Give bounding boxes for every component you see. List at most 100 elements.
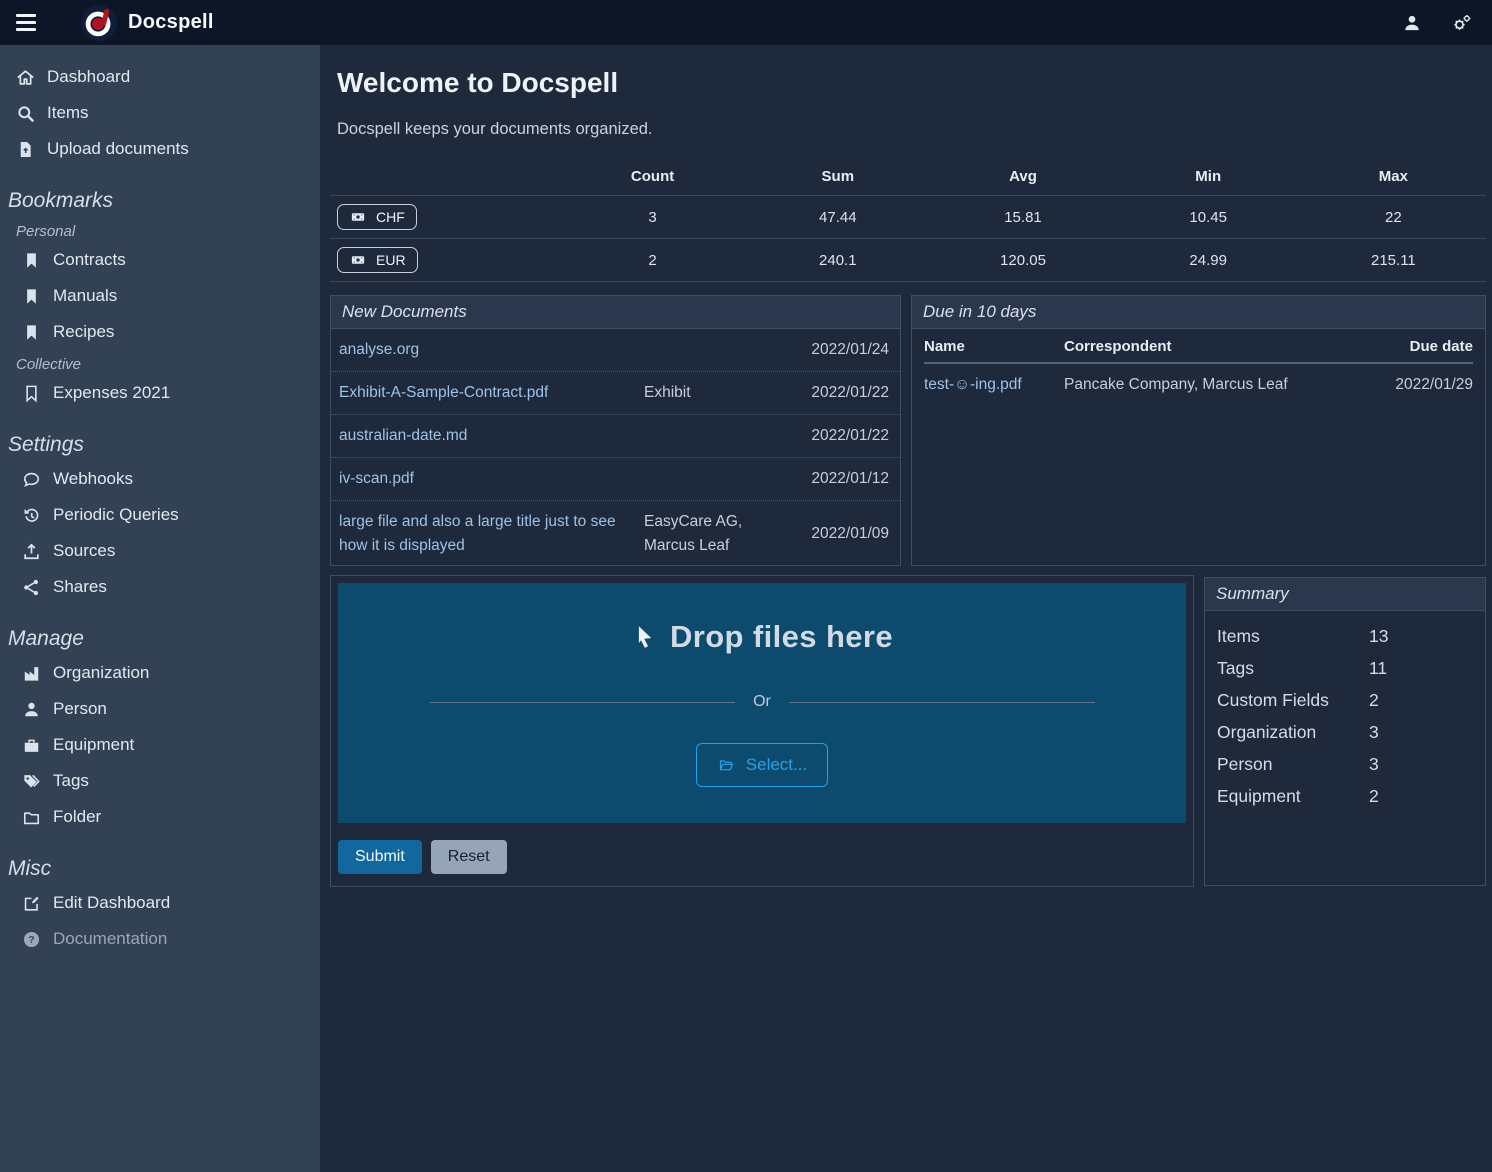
gears-icon[interactable] <box>1452 13 1472 33</box>
menu-icon[interactable] <box>14 12 38 33</box>
industry-icon <box>22 664 41 683</box>
stat-value: 2 <box>560 244 745 277</box>
select-files-label: Select... <box>746 755 807 775</box>
main-content: Welcome to Docspell Docspell keeps your … <box>320 45 1492 1172</box>
comment-icon <box>22 470 41 489</box>
sidebar-section-settings: Settings <box>0 429 320 461</box>
document-link[interactable]: analyse.org <box>339 338 644 362</box>
list-item: iv-scan.pdf 2022/01/12 <box>331 458 900 501</box>
sidebar-item-label: Items <box>47 103 89 123</box>
due-header-row: Name Correspondent Due date <box>924 329 1473 364</box>
document-correspondent: EasyCare AG, Marcus Leaf <box>644 510 796 558</box>
sidebar-item-label: Manuals <box>53 286 117 306</box>
currency-label: CHF <box>376 209 405 225</box>
user-icon[interactable] <box>1402 13 1422 33</box>
person-icon <box>22 700 41 719</box>
document-link[interactable]: test-☺-ing.pdf <box>924 376 1064 394</box>
table-row: EUR 2 240.1 120.05 24.99 215.11 <box>330 238 1486 281</box>
page-title: Welcome to Docspell <box>337 67 1486 99</box>
sidebar-item-manuals[interactable]: Manuals <box>0 278 320 314</box>
currency-badge-chf[interactable]: CHF <box>337 204 417 230</box>
sidebar-item-upload-documents[interactable]: Upload documents <box>0 131 320 167</box>
sidebar-item-periodic-queries[interactable]: Periodic Queries <box>0 497 320 533</box>
app-logo[interactable]: Docspell <box>80 4 214 42</box>
sidebar-section-manage: Manage <box>0 623 320 655</box>
list-item: Exhibit-A-Sample-Contract.pdf Exhibit 20… <box>331 372 900 415</box>
briefcase-icon <box>22 736 41 755</box>
sidebar-item-label: Upload documents <box>47 139 189 159</box>
sidebar-item-label: Tags <box>53 771 89 791</box>
bookmark-icon <box>22 287 41 306</box>
sidebar-item-contracts[interactable]: Contracts <box>0 242 320 278</box>
sidebar-section-misc: Misc <box>0 853 320 885</box>
document-correspondent: Pancake Company, Marcus Leaf <box>1064 376 1363 394</box>
summary-label: Items <box>1217 626 1369 647</box>
page-subtitle: Docspell keeps your documents organized. <box>337 120 1486 139</box>
sidebar-item-documentation[interactable]: ? Documentation <box>0 921 320 957</box>
sidebar-item-webhooks[interactable]: Webhooks <box>0 461 320 497</box>
sidebar-item-tags[interactable]: Tags <box>0 763 320 799</box>
table-row: test-☺-ing.pdf Pancake Company, Marcus L… <box>924 364 1473 394</box>
sidebar-item-label: Edit Dashboard <box>53 893 170 913</box>
topbar: Docspell <box>0 0 1492 45</box>
document-date: 2022/01/24 <box>796 341 892 359</box>
summary-value: 2 <box>1369 690 1379 711</box>
upload-icon <box>22 542 41 561</box>
sidebar-item-label: Folder <box>53 807 101 827</box>
sidebar-item-equipment[interactable]: Equipment <box>0 727 320 763</box>
summary-label: Equipment <box>1217 786 1369 807</box>
stats-col-min: Min <box>1116 162 1301 195</box>
document-link[interactable]: Exhibit-A-Sample-Contract.pdf <box>339 381 644 405</box>
stat-value: 3 <box>560 201 745 234</box>
share-icon <box>22 578 41 597</box>
sidebar-item-organization[interactable]: Organization <box>0 655 320 691</box>
home-icon <box>16 68 35 87</box>
summary-value: 13 <box>1369 626 1388 647</box>
sidebar-item-label: Dasbhoard <box>47 67 130 87</box>
question-circle-icon: ? <box>22 930 41 949</box>
list-item: large file and also a large title just t… <box>331 501 900 567</box>
stats-col-count: Count <box>560 162 745 195</box>
select-files-button[interactable]: Select... <box>696 743 828 787</box>
summary-panel: Summary Items 13 Tags 11 Custom Fields 2 <box>1204 577 1486 886</box>
summary-value: 11 <box>1369 658 1387 679</box>
history-icon <box>22 506 41 525</box>
sidebar-item-items[interactable]: Items <box>0 95 320 131</box>
upload-panel: Drop files here Or Select... Submit Rese… <box>330 575 1194 887</box>
or-label: Or <box>753 693 771 711</box>
file-dropzone[interactable]: Drop files here Or Select... <box>338 583 1186 823</box>
stat-value: 15.81 <box>930 201 1115 234</box>
stat-value: 240.1 <box>745 244 930 277</box>
summary-row-items: Items 13 <box>1217 620 1473 652</box>
document-link[interactable]: iv-scan.pdf <box>339 467 644 491</box>
sidebar-item-sources[interactable]: Sources <box>0 533 320 569</box>
sidebar-item-label: Expenses 2021 <box>53 383 170 403</box>
sidebar-item-shares[interactable]: Shares <box>0 569 320 605</box>
currency-badge-eur[interactable]: EUR <box>337 247 418 273</box>
sidebar-item-recipes[interactable]: Recipes <box>0 314 320 350</box>
sidebar-item-edit-dashboard[interactable]: Edit Dashboard <box>0 885 320 921</box>
submit-button[interactable]: Submit <box>338 840 422 874</box>
stat-value: 10.45 <box>1116 201 1301 234</box>
document-link[interactable]: australian-date.md <box>339 424 644 448</box>
sidebar-item-label: Contracts <box>53 250 126 270</box>
document-link[interactable]: large file and also a large title just t… <box>339 510 644 558</box>
sidebar-item-folder[interactable]: Folder <box>0 799 320 835</box>
sidebar-section-bookmarks: Bookmarks <box>0 185 320 217</box>
money-bill-icon <box>349 210 367 224</box>
dropzone-label: Drop files here <box>670 619 893 655</box>
stat-value: 24.99 <box>1116 244 1301 277</box>
stats-col-avg: Avg <box>930 162 1115 195</box>
sidebar-item-expenses-2021[interactable]: Expenses 2021 <box>0 375 320 411</box>
summary-label: Tags <box>1217 658 1369 679</box>
reset-button[interactable]: Reset <box>431 840 507 874</box>
sidebar-item-label: Organization <box>53 663 149 683</box>
document-correspondent: Exhibit <box>644 381 796 405</box>
summary-row-person: Person 3 <box>1217 748 1473 780</box>
sidebar-item-dashboard[interactable]: Dasbhoard <box>0 59 320 95</box>
sidebar-item-person[interactable]: Person <box>0 691 320 727</box>
sidebar-item-label: Recipes <box>53 322 114 342</box>
folder-icon <box>22 808 41 827</box>
summary-row-equipment: Equipment 2 <box>1217 780 1473 812</box>
sidebar-subsection-personal: Personal <box>0 221 320 242</box>
